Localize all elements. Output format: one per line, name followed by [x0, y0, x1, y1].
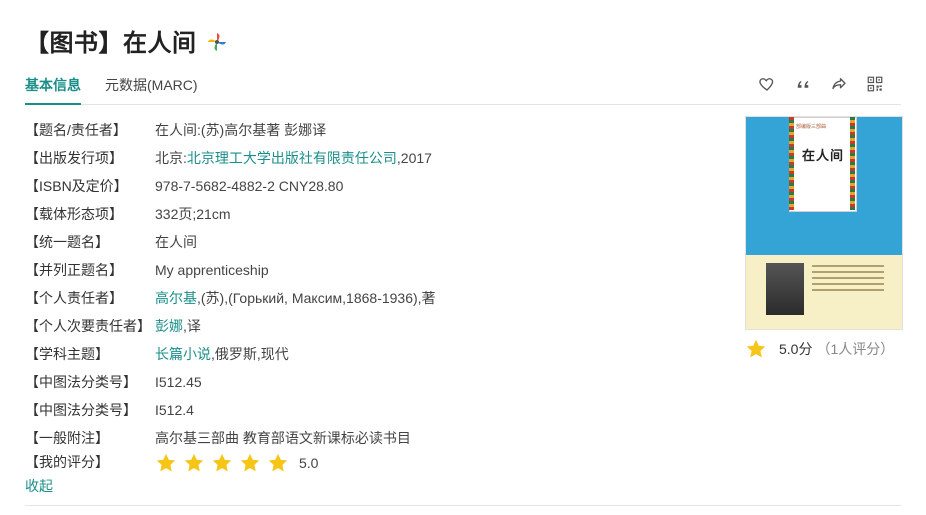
value-text: 在人间:(苏)高尔基著 彭娜译	[155, 122, 327, 138]
row-label: 【载体形态项】	[25, 206, 123, 222]
row-value: 长篇小说,俄罗斯,现代	[155, 344, 289, 364]
qrcode-button[interactable]	[865, 74, 885, 94]
row-label: 【题名/责任者】	[25, 122, 127, 138]
my-rating-row: 【我的评分】 5.0	[25, 452, 725, 478]
tab-basic-info[interactable]: 基本信息	[25, 75, 81, 103]
cover-text-lines	[812, 265, 884, 295]
table-row: 【中图法分类号】 I512.45	[25, 368, 725, 396]
row-label: 【一般附注】	[25, 430, 109, 446]
value-text: My apprenticeship	[155, 262, 269, 278]
table-row: 【个人次要责任者】 彭娜,译	[25, 312, 725, 340]
row-label: 【统一题名】	[25, 234, 109, 250]
tab-marc[interactable]: 元数据(MARC)	[105, 75, 198, 103]
share-icon	[832, 78, 846, 90]
row-value: 高尔基三部曲 教育部语文新课标必读书目	[155, 428, 411, 448]
star-icon[interactable]	[211, 452, 233, 474]
cover-pattern-left	[789, 117, 794, 210]
value-text: I512.45	[155, 374, 202, 390]
row-label: 【个人次要责任者】	[25, 318, 151, 334]
row-label: 【我的评分】	[25, 454, 109, 470]
book-cover[interactable]: 部编版三部曲 在人间	[745, 116, 903, 330]
value-link[interactable]: 长篇小说	[155, 346, 211, 362]
table-row: 【学科主题】 长篇小说,俄罗斯,现代	[25, 340, 725, 368]
title-row: 【图书】在人间	[25, 22, 227, 58]
toolbar	[757, 74, 885, 94]
table-row: 【一般附注】 高尔基三部曲 教育部语文新课标必读书目	[25, 424, 725, 452]
table-row: 【出版发行项】 北京:北京理工大学出版社有限责任公司,2017	[25, 144, 725, 172]
row-label: 【中图法分类号】	[25, 374, 137, 390]
value-text: ,俄罗斯,现代	[211, 346, 289, 362]
value-text: 北京:	[155, 150, 187, 166]
value-text: I512.4	[155, 402, 194, 418]
share-button[interactable]	[829, 74, 849, 94]
divider	[25, 505, 901, 506]
cover-photo	[766, 263, 804, 315]
value-link[interactable]: 北京理工大学出版社有限责任公司	[187, 150, 397, 166]
value-text: ,译	[183, 318, 201, 334]
qrcode-icon	[867, 76, 883, 92]
cover-pattern-right	[850, 117, 855, 210]
star-icon[interactable]	[155, 452, 177, 474]
star-icon[interactable]	[267, 452, 289, 474]
value-text: 978-7-5682-4882-2 CNY28.80	[155, 178, 344, 194]
cover-title: 在人间	[802, 148, 845, 163]
value-text: ,2017	[396, 150, 432, 166]
table-row: 【并列正题名】 My apprenticeship	[25, 256, 725, 284]
pinwheel-icon	[207, 33, 226, 51]
cover-title-card	[789, 117, 857, 212]
cover-series-text: 部编版三部曲	[796, 124, 827, 130]
cite-button[interactable]	[793, 74, 813, 94]
row-value: 北京:北京理工大学出版社有限责任公司,2017	[155, 148, 432, 168]
value-link[interactable]: 彭娜	[155, 318, 183, 334]
row-label: 【个人责任者】	[25, 290, 123, 306]
star-icon[interactable]	[239, 452, 261, 474]
tab-bar: 基本信息 元数据(MARC)	[25, 70, 901, 105]
row-value: I512.4	[155, 402, 194, 418]
collapse-link[interactable]: 收起	[25, 476, 53, 496]
value-text: 高尔基三部曲 教育部语文新课标必读书目	[155, 430, 411, 446]
table-row: 【统一题名】 在人间	[25, 228, 725, 256]
quote-icon	[797, 81, 809, 88]
row-label: 【学科主题】	[25, 346, 109, 362]
row-value: My apprenticeship	[155, 262, 269, 278]
my-rating-score: 5.0	[299, 455, 319, 471]
favorite-button[interactable]	[757, 74, 777, 94]
row-value: I512.45	[155, 374, 202, 390]
value-text: 在人间	[155, 234, 197, 250]
value-text: 332页;21cm	[155, 206, 231, 222]
rating-count: （1人评分）	[816, 341, 895, 357]
star-icon[interactable]	[183, 452, 205, 474]
row-value: 高尔基,(苏),(Горький, Максим,1868-1936),著	[155, 288, 436, 308]
table-row: 【题名/责任者】 在人间:(苏)高尔基著 彭娜译	[25, 116, 725, 144]
row-value: 332页;21cm	[155, 204, 230, 224]
row-label: 【ISBN及定价】	[25, 178, 128, 194]
table-row: 【个人责任者】 高尔基,(苏),(Горький, Максим,1868-193…	[25, 284, 725, 312]
row-value: 在人间:(苏)高尔基著 彭娜译	[155, 120, 326, 140]
table-row: 【载体形态项】 332页;21cm	[25, 200, 725, 228]
table-row: 【ISBN及定价】 978-7-5682-4882-2 CNY28.80	[25, 172, 725, 200]
row-label: 【中图法分类号】	[25, 402, 137, 418]
value-text: ,(苏),(Горький, Максим,1868-1936),著	[197, 290, 436, 306]
value-link[interactable]: 高尔基	[155, 290, 197, 306]
heart-icon	[759, 78, 774, 91]
row-value: 978-7-5682-4882-2 CNY28.80	[155, 178, 343, 194]
table-row: 【中图法分类号】 I512.4	[25, 396, 725, 424]
row-value: 彭娜,译	[155, 316, 201, 336]
active-tab-indicator	[25, 103, 81, 105]
my-rating-stars[interactable]: 5.0	[155, 452, 318, 474]
row-label: 【并列正题名】	[25, 262, 123, 278]
average-score: 5.0分	[779, 341, 813, 357]
average-rating: 5.0分 （1人评分）	[745, 338, 894, 360]
row-value: 在人间	[155, 232, 197, 252]
metadata-table: 【题名/责任者】 在人间:(苏)高尔基著 彭娜译【出版发行项】 北京:北京理工大学出…	[25, 116, 725, 478]
star-icon	[746, 339, 766, 358]
page-title: 【图书】在人间	[25, 29, 197, 57]
row-label: 【出版发行项】	[25, 150, 123, 166]
